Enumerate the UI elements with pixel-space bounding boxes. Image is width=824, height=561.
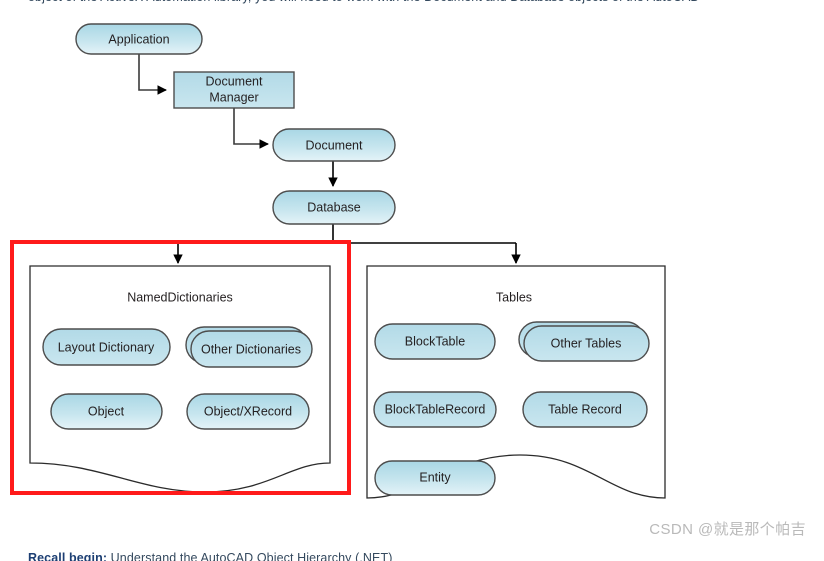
- object-hierarchy-diagram: NamedDictionaries Tables Application Doc…: [10, 23, 666, 499]
- csdn-watermark: CSDN @就是那个帕吉: [649, 521, 806, 538]
- bottom-caption-bold: Recall begin:: [28, 551, 108, 561]
- node-other-dictionaries[interactable]: Other Dictionaries: [185, 326, 313, 368]
- edge-document-manager-to-document: [233, 108, 269, 149]
- node-other-dictionaries-label: Other Dictionaries: [201, 342, 301, 356]
- node-object-xrecord[interactable]: Object/XRecord: [186, 393, 310, 430]
- node-document-manager-label-line1: Document: [206, 74, 263, 88]
- node-database-label: Database: [307, 200, 361, 214]
- group-tables-label: Tables: [496, 290, 532, 304]
- node-block-table-label: BlockTable: [405, 334, 465, 348]
- node-application-label: Application: [108, 32, 169, 46]
- node-table-record-label: Table Record: [548, 402, 622, 416]
- node-other-tables[interactable]: Other Tables: [518, 321, 650, 362]
- node-object[interactable]: Object: [50, 393, 163, 430]
- group-named-dictionaries: NamedDictionaries: [29, 265, 331, 493]
- bottom-caption-text: Recall begin: Understand the AutoCAD Obj…: [28, 551, 818, 561]
- node-document-manager-label-line2: Manager: [209, 90, 258, 104]
- node-entity[interactable]: Entity: [374, 460, 496, 496]
- node-block-table-record[interactable]: BlockTableRecord: [373, 391, 497, 428]
- edge-application-to-document-manager: [138, 53, 167, 95]
- node-block-table[interactable]: BlockTable: [374, 323, 496, 360]
- bottom-caption-rest: Understand the AutoCAD Object Hierarchy …: [107, 551, 393, 561]
- node-database[interactable]: Database: [272, 190, 396, 225]
- node-object-label: Object: [88, 404, 125, 418]
- node-entity-label: Entity: [419, 470, 451, 484]
- node-document[interactable]: Document: [272, 128, 396, 162]
- node-table-record[interactable]: Table Record: [522, 391, 648, 428]
- diagram-page: object of the ActiveX Automation library…: [0, 0, 824, 561]
- node-object-xrecord-label: Object/XRecord: [204, 404, 292, 418]
- node-layout-dictionary[interactable]: Layout Dictionary: [42, 328, 171, 366]
- node-document-manager[interactable]: Document Manager: [173, 71, 295, 109]
- node-application[interactable]: Application: [75, 23, 203, 55]
- group-named-dictionaries-label: NamedDictionaries: [127, 290, 233, 304]
- node-other-tables-label: Other Tables: [551, 336, 622, 350]
- node-document-label: Document: [306, 138, 363, 152]
- node-block-table-record-label: BlockTableRecord: [385, 402, 486, 416]
- node-layout-dictionary-label: Layout Dictionary: [58, 340, 155, 354]
